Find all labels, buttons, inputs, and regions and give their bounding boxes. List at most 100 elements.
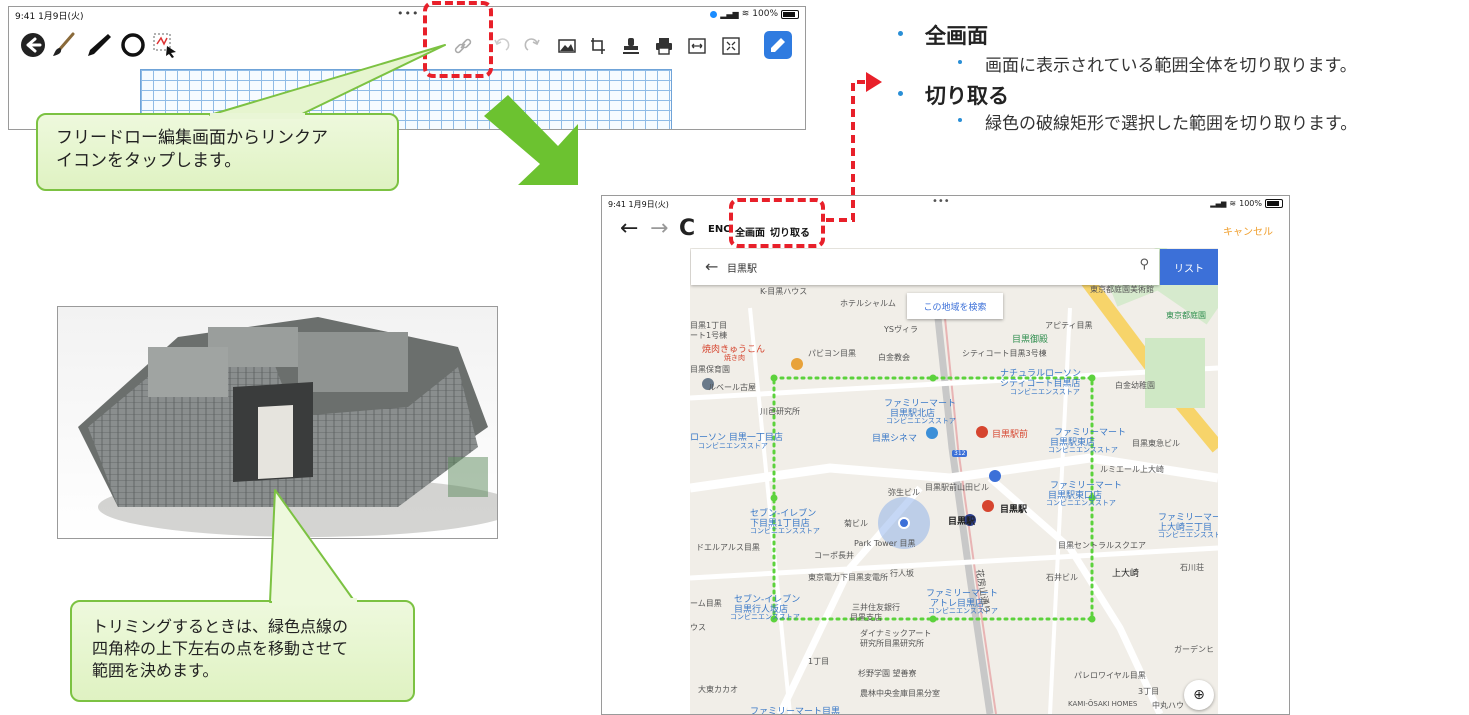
back-icon[interactable] bbox=[19, 31, 47, 59]
map-label: KAMI-ŌSAKI HOMES bbox=[1068, 700, 1138, 708]
printer-icon[interactable] bbox=[652, 34, 676, 58]
map-label: ドエルアルス目黒 bbox=[696, 543, 760, 552]
link-icon-callout: フリードロー編集画面からリンクア イコンをタップします。 bbox=[36, 113, 399, 191]
reload-icon[interactable]: C bbox=[679, 218, 695, 240]
crop-description: 緑色の破線矩形で選択した範囲を切り取ります。 bbox=[985, 114, 1358, 134]
map-label: コンビニエンススト bbox=[1158, 531, 1218, 539]
building-3d-model-image bbox=[57, 306, 498, 539]
battery-label: 100% bbox=[1239, 199, 1262, 208]
location-icon bbox=[710, 10, 718, 18]
battery-label: 100% bbox=[752, 9, 778, 19]
crop-icon[interactable] bbox=[587, 34, 611, 58]
circle-icon[interactable] bbox=[119, 31, 147, 59]
status-time: 9:41 1月9日(火) bbox=[15, 12, 84, 22]
brush-icon[interactable] bbox=[49, 31, 77, 59]
current-location-button[interactable]: ⊕ bbox=[1184, 680, 1214, 710]
cancel-button[interactable]: キャンセル bbox=[1223, 223, 1273, 238]
map-label: ート1号棟 bbox=[690, 331, 728, 340]
map-label: 上大崎 bbox=[1112, 569, 1140, 579]
battery-icon bbox=[781, 9, 799, 19]
bullet-dot bbox=[958, 118, 962, 122]
search-this-area-button[interactable]: この地域を検索 bbox=[907, 293, 1003, 319]
map-label: 目黒駅 bbox=[1000, 505, 1028, 515]
signal-icon: ▂▄▆ bbox=[1210, 199, 1227, 208]
map-label: パレロワイヤル目黒 bbox=[1074, 671, 1146, 680]
map-label: 目黒セントラルスクエア bbox=[1058, 541, 1146, 550]
battery-icon bbox=[1265, 199, 1283, 208]
fullscreen-description: 画面に表示されている範囲全体を切り取ります。 bbox=[985, 56, 1357, 76]
map-label: 目黒御殿 bbox=[1012, 335, 1049, 345]
map-label: 石川荘 bbox=[1180, 563, 1204, 572]
map-label: アピティ目黒 bbox=[1045, 321, 1093, 330]
status-indicators: ▂▄▆ ≋ 100% bbox=[1210, 199, 1283, 208]
status-time: 9:41 1月9日(火) bbox=[608, 200, 669, 209]
map-label: シティコート目黒3号棟 bbox=[962, 349, 1047, 358]
map-label: 農林中央金庫目黒分室 bbox=[860, 689, 940, 698]
map-label: 白金幼稚園 bbox=[1115, 381, 1155, 390]
search-input[interactable]: 目黒駅 bbox=[727, 260, 757, 275]
map-label: コンビニエンスストア bbox=[730, 613, 800, 621]
map-label: ルベール古屋 bbox=[708, 383, 756, 392]
search-back-icon[interactable]: ← bbox=[705, 257, 718, 276]
crop-title: 切り取る bbox=[925, 84, 1009, 108]
map-label: 東京電力下目黒変電所 bbox=[808, 573, 888, 582]
map-label: ウス bbox=[690, 623, 706, 632]
map-label: 中丸ハウ bbox=[1152, 701, 1184, 710]
map-label: 行人坂 bbox=[890, 569, 914, 578]
map-label: 東京都庭園 bbox=[1166, 311, 1206, 320]
nav-forward-icon[interactable]: → bbox=[650, 218, 668, 240]
map-label: 目黒シネマ bbox=[872, 434, 918, 444]
map-label: パビヨン目黒 bbox=[808, 349, 856, 358]
map-search-bar[interactable]: ← 目黒駅 ⚲ bbox=[691, 249, 1159, 285]
map-label: 1丁目 bbox=[808, 657, 830, 666]
fit-page-icon[interactable] bbox=[719, 34, 743, 58]
map-label: 目黒保育園 bbox=[690, 365, 730, 374]
multitask-dots: ••• bbox=[397, 7, 420, 20]
image-icon[interactable] bbox=[555, 34, 579, 58]
edit-pen-icon[interactable] bbox=[764, 31, 792, 59]
bullet-dot bbox=[958, 60, 962, 64]
list-button[interactable]: リスト bbox=[1160, 249, 1218, 285]
route-shield: 312 bbox=[952, 450, 968, 457]
drawing-editor-screenshot: 9:41 1月9日(火) ••• ▂▄▆ ≋ 100% bbox=[8, 6, 806, 130]
map-label: 弥生ビル bbox=[888, 488, 920, 497]
crosshair-icon: ⊕ bbox=[1193, 687, 1205, 703]
signal-icon: ▂▄▆ bbox=[720, 9, 739, 19]
map-view[interactable]: ← 目黒駅 ⚲ リスト この地域を検索 K-目黒ハウス ホテルシャルム 東京都庭… bbox=[690, 248, 1218, 714]
mode-description-list: 全画面 画面に表示されている範囲全体を切り取ります。 切り取る 緑色の破線矩形で… bbox=[870, 18, 1460, 138]
map-label: 東京都庭園美術館 bbox=[1090, 285, 1154, 294]
map-label: 大東カカオ bbox=[698, 685, 738, 694]
map-crop-screenshot: 9:41 1月9日(火) ••• ▂▄▆ ≋ 100% ← → C ENC 全画… bbox=[601, 195, 1290, 715]
map-label: 目黒駅 bbox=[948, 517, 976, 527]
building-3d-model-drawing bbox=[58, 307, 497, 538]
map-label: 石井ビル bbox=[1046, 573, 1078, 582]
map-label: コンビニエンスストア bbox=[1048, 446, 1118, 454]
callout-line: フリードロー編集画面からリンクア bbox=[56, 128, 328, 148]
map-label: 3丁目 bbox=[1138, 687, 1160, 696]
map-label: ルミエール上大崎 bbox=[1100, 465, 1164, 474]
wifi-icon: ≋ bbox=[1229, 199, 1237, 208]
map-label: K-目黒ハウス bbox=[760, 287, 808, 296]
map-label: 杉野学園 望善寮 bbox=[858, 669, 917, 678]
status-indicators: ▂▄▆ ≋ 100% bbox=[710, 9, 799, 19]
nav-back-icon[interactable]: ← bbox=[620, 218, 638, 240]
selection-icon[interactable] bbox=[151, 31, 179, 59]
multitask-dots: ••• bbox=[932, 196, 950, 207]
pen-icon[interactable] bbox=[85, 31, 113, 59]
map-label: YSヴィラ bbox=[884, 325, 918, 334]
bullet-dot bbox=[898, 91, 903, 96]
map-label: コンビニエンスストア bbox=[750, 527, 820, 535]
redo-icon[interactable] bbox=[521, 34, 545, 58]
stamp-icon[interactable] bbox=[619, 34, 643, 58]
map-label: 白金教会 bbox=[878, 353, 910, 362]
map-label: 目黒駅前 bbox=[992, 430, 1029, 440]
map-label: ガーデンヒ bbox=[1174, 645, 1214, 654]
map-label: 研究所目黒研究所 bbox=[860, 639, 924, 648]
link-icon-highlight bbox=[423, 1, 493, 78]
map-label: ーム目黒 bbox=[690, 599, 722, 608]
map-label: 目黒東急ビル bbox=[1132, 439, 1180, 448]
search-icon[interactable]: ⚲ bbox=[1139, 257, 1149, 272]
fit-width-icon[interactable] bbox=[685, 34, 709, 58]
map-label: 川邑研究所 bbox=[760, 407, 800, 416]
map-label: ファミリーマート目黒 bbox=[750, 707, 841, 714]
